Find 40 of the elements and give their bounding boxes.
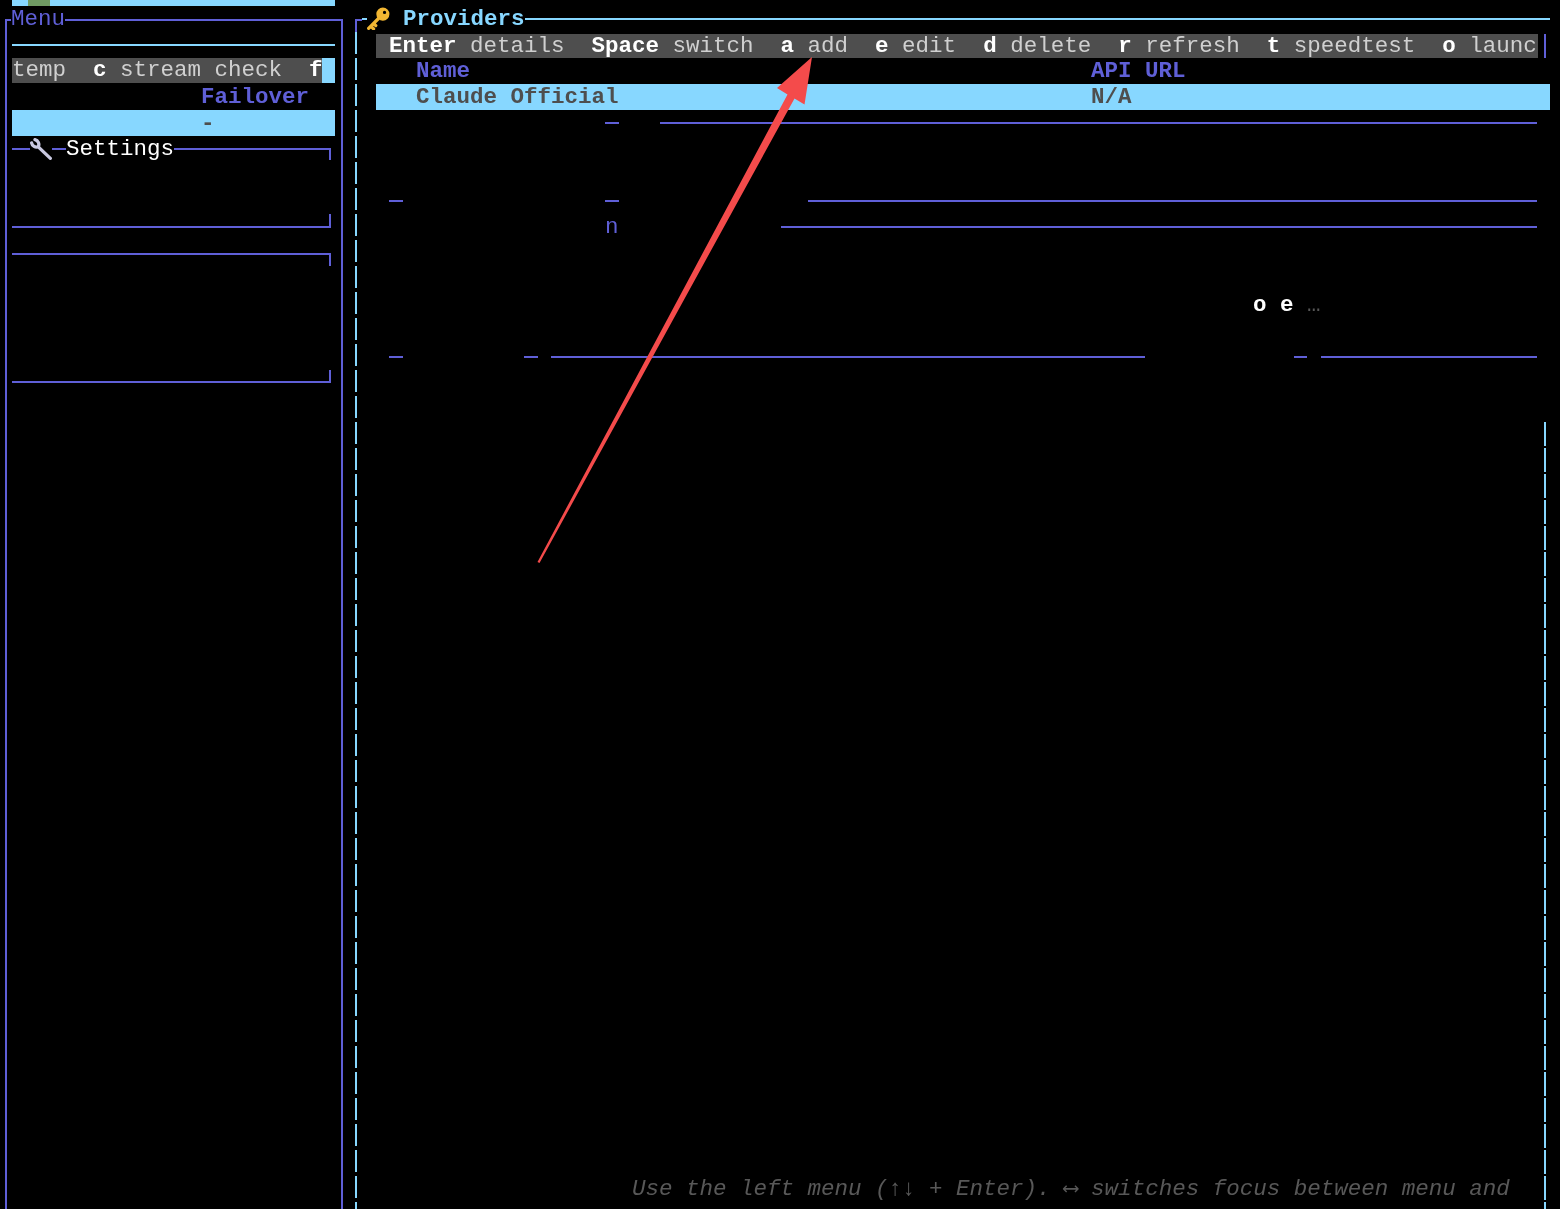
hint-key: c [93, 58, 107, 83]
panel-title: Settings [66, 136, 175, 162]
menu-item[interactable]: - [12, 110, 335, 136]
hint-label: stream check [120, 58, 283, 83]
menu-item[interactable]: Failover [12, 84, 335, 110]
hint-key: r [1118, 34, 1132, 58]
hint-label: launc [1469, 34, 1537, 58]
column-header[interactable]: API URL [1091, 58, 1186, 84]
hint-key: a [780, 34, 795, 58]
wrench-icon [30, 138, 52, 160]
hint-label: add [807, 34, 849, 58]
hint-label: edit [902, 34, 957, 58]
stray-text: … [1307, 292, 1321, 318]
partial-icon [28, 0, 50, 6]
panel-title: Menu [11, 6, 65, 32]
panel-title: Providers [403, 6, 525, 32]
hint-key: f [309, 58, 323, 83]
hint-key: e [875, 34, 889, 58]
hint-label: temp [12, 58, 66, 83]
hint-key: Space [591, 34, 660, 58]
table-cell: Claude Official [416, 84, 619, 110]
table-cell: N/A [1091, 84, 1132, 110]
stray-text: e [1280, 292, 1294, 318]
hint-key: t [1266, 34, 1281, 58]
hint-key: Enter [389, 34, 457, 58]
panel-border [355, 19, 362, 32]
stray-text: o [1253, 292, 1267, 318]
footer-hint: Use the left menu (↑↓ + Enter). ⟷ switches focus between menu and [632, 1176, 1510, 1202]
table-row[interactable]: Claude Official N/A [376, 84, 1550, 110]
hint-label: speedtest [1293, 34, 1416, 58]
column-header[interactable]: Name [416, 58, 470, 84]
stray-text: n [605, 214, 619, 240]
hint-label: details [470, 34, 565, 58]
hint-label: switch [672, 34, 754, 58]
hint-key: d [983, 34, 997, 58]
key-icon [367, 7, 390, 30]
hint-label: refresh [1145, 34, 1240, 58]
hint-label: delete [1010, 34, 1092, 58]
cursor-block [322, 58, 335, 83]
hint-key: o [1442, 34, 1456, 58]
